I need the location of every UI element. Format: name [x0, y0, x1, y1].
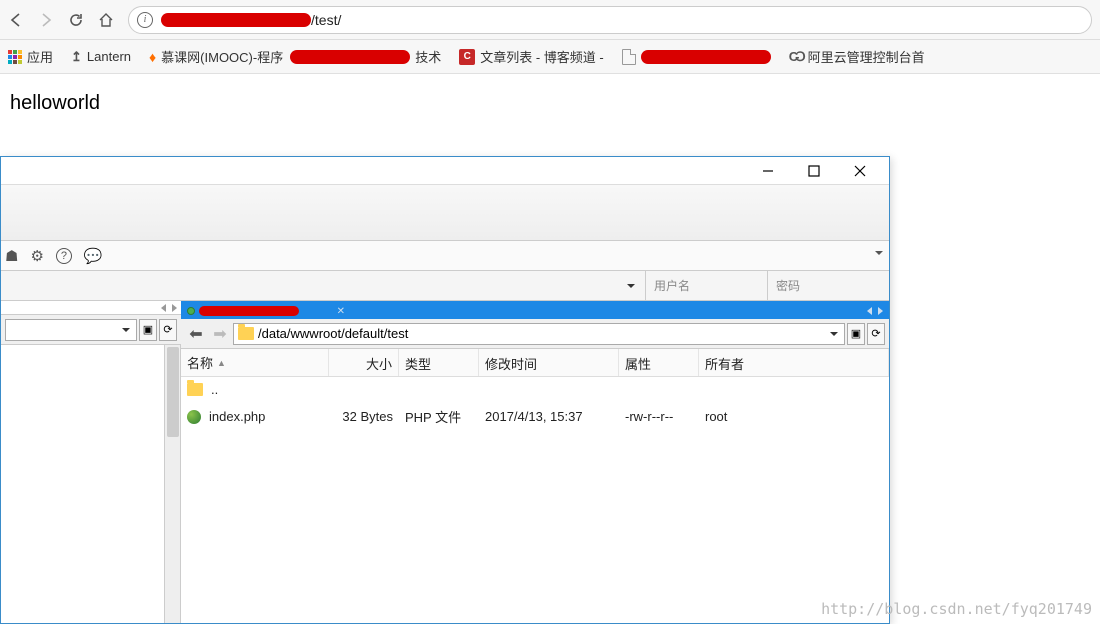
local-tab-strip	[1, 301, 181, 315]
url-suffix: /test/	[311, 12, 341, 28]
info-icon[interactable]: i	[137, 12, 153, 28]
password-field[interactable]: 密码	[767, 271, 889, 300]
gear-icon[interactable]: ⚙	[30, 247, 43, 265]
scrollbar[interactable]	[164, 345, 180, 623]
window-titlebar	[1, 157, 889, 185]
help-icon[interactable]: ?	[56, 248, 72, 264]
local-file-list[interactable]	[1, 345, 181, 623]
col-date[interactable]: 修改时间	[479, 349, 619, 376]
reload-icon[interactable]	[68, 12, 84, 28]
bookmark-redacted[interactable]	[622, 49, 771, 65]
refresh-button[interactable]: ⟳	[159, 319, 177, 341]
col-owner[interactable]: 所有者	[699, 349, 889, 376]
remote-tab[interactable]: ✕	[181, 303, 351, 319]
local-path-dropdown[interactable]	[5, 319, 137, 341]
forward-icon[interactable]	[38, 12, 54, 28]
arrow-left-icon[interactable]	[867, 307, 872, 315]
file-list-header: 名称▲ 大小 类型 修改时间 属性 所有者	[181, 349, 889, 377]
connection-row: 用户名 密码	[1, 271, 889, 301]
parent-dir-row[interactable]: ..	[181, 377, 889, 402]
folder-icon	[187, 383, 203, 396]
apps-button[interactable]: 应用	[8, 47, 53, 66]
browser-nav: i /test/	[0, 0, 1100, 40]
arrow-right-icon[interactable]	[878, 307, 883, 315]
bookmark-blog[interactable]: C文章列表 - 博客频道 -	[459, 47, 604, 66]
page-icon	[622, 49, 636, 65]
local-pane: ▣ ⟳	[1, 301, 181, 623]
page-content: helloworld	[0, 74, 1100, 133]
redacted-text	[290, 50, 410, 64]
redacted-text	[641, 50, 771, 64]
minimize-button[interactable]	[745, 157, 791, 185]
remote-tab-strip: ✕	[181, 303, 889, 319]
username-field[interactable]: 用户名	[645, 271, 767, 300]
sort-asc-icon: ▲	[217, 358, 226, 368]
url-bar[interactable]: i /test/	[128, 6, 1092, 34]
shield-icon[interactable]: ☗	[5, 247, 18, 265]
chevron-down-icon[interactable]	[875, 251, 883, 255]
php-icon	[187, 410, 201, 424]
remote-path-row: ⬅ ➡ /data/wwwroot/default/test ▣ ⟳	[181, 319, 889, 349]
col-size[interactable]: 大小	[329, 349, 399, 376]
watermark: http://blog.csdn.net/fyq201749	[821, 600, 1092, 618]
bookmark-imooc[interactable]: ♦慕课网(IMOOC)-程序技术	[149, 47, 441, 66]
nav-back-icon[interactable]: ⬅	[185, 323, 207, 345]
chain-icon: C-Ↄ	[789, 49, 803, 65]
flame-icon: ♦	[149, 49, 156, 65]
bookmark-lantern[interactable]: ↥Lantern	[71, 49, 131, 65]
col-attr[interactable]: 属性	[619, 349, 699, 376]
apps-icon	[8, 50, 22, 64]
remote-path-text: /data/wwwroot/default/test	[258, 326, 408, 341]
maximize-button[interactable]	[791, 157, 837, 185]
ftp-window: ☗ ⚙ ? 💬 用户名 密码 ▣ ⟳	[0, 156, 890, 624]
redacted-host	[199, 306, 299, 316]
col-type[interactable]: 类型	[399, 349, 479, 376]
tab-close-icon[interactable]: ✕	[337, 306, 345, 317]
chevron-down-icon[interactable]	[627, 284, 635, 288]
redacted-url	[161, 13, 311, 27]
local-path-row: ▣ ⟳	[1, 315, 181, 345]
main-toolbar	[1, 185, 889, 241]
folder-icon	[238, 327, 254, 340]
remote-pane: ✕ ⬅ ➡ /data/wwwroot/default/test ▣ ⟳	[181, 301, 889, 623]
status-dot-icon	[187, 307, 195, 315]
bookmark-aliyun[interactable]: C-Ↄ阿里云管理控制台首	[789, 47, 925, 66]
file-row[interactable]: index.php 32 Bytes PHP 文件 2017/4/13, 15:…	[181, 402, 889, 431]
nav-forward-icon[interactable]: ➡	[209, 323, 231, 345]
bookmark-bar: 应用 ↥Lantern ♦慕课网(IMOOC)-程序技术 C文章列表 - 博客频…	[0, 40, 1100, 74]
folder-button[interactable]: ▣	[139, 319, 157, 341]
back-icon[interactable]	[8, 12, 24, 28]
arrow-right-icon[interactable]	[172, 304, 177, 312]
arrow-left-icon[interactable]	[161, 304, 166, 312]
arrow-up-icon: ↥	[71, 49, 82, 65]
c-icon: C	[459, 49, 475, 65]
home-icon[interactable]	[98, 12, 114, 28]
col-name[interactable]: 名称▲	[181, 349, 329, 376]
refresh-button[interactable]: ⟳	[867, 323, 885, 345]
folder-button[interactable]: ▣	[847, 323, 865, 345]
remote-path-input[interactable]: /data/wwwroot/default/test	[233, 323, 845, 345]
close-button[interactable]	[837, 157, 883, 185]
chat-icon[interactable]: 💬	[84, 247, 103, 265]
secondary-toolbar: ☗ ⚙ ? 💬	[1, 241, 889, 271]
